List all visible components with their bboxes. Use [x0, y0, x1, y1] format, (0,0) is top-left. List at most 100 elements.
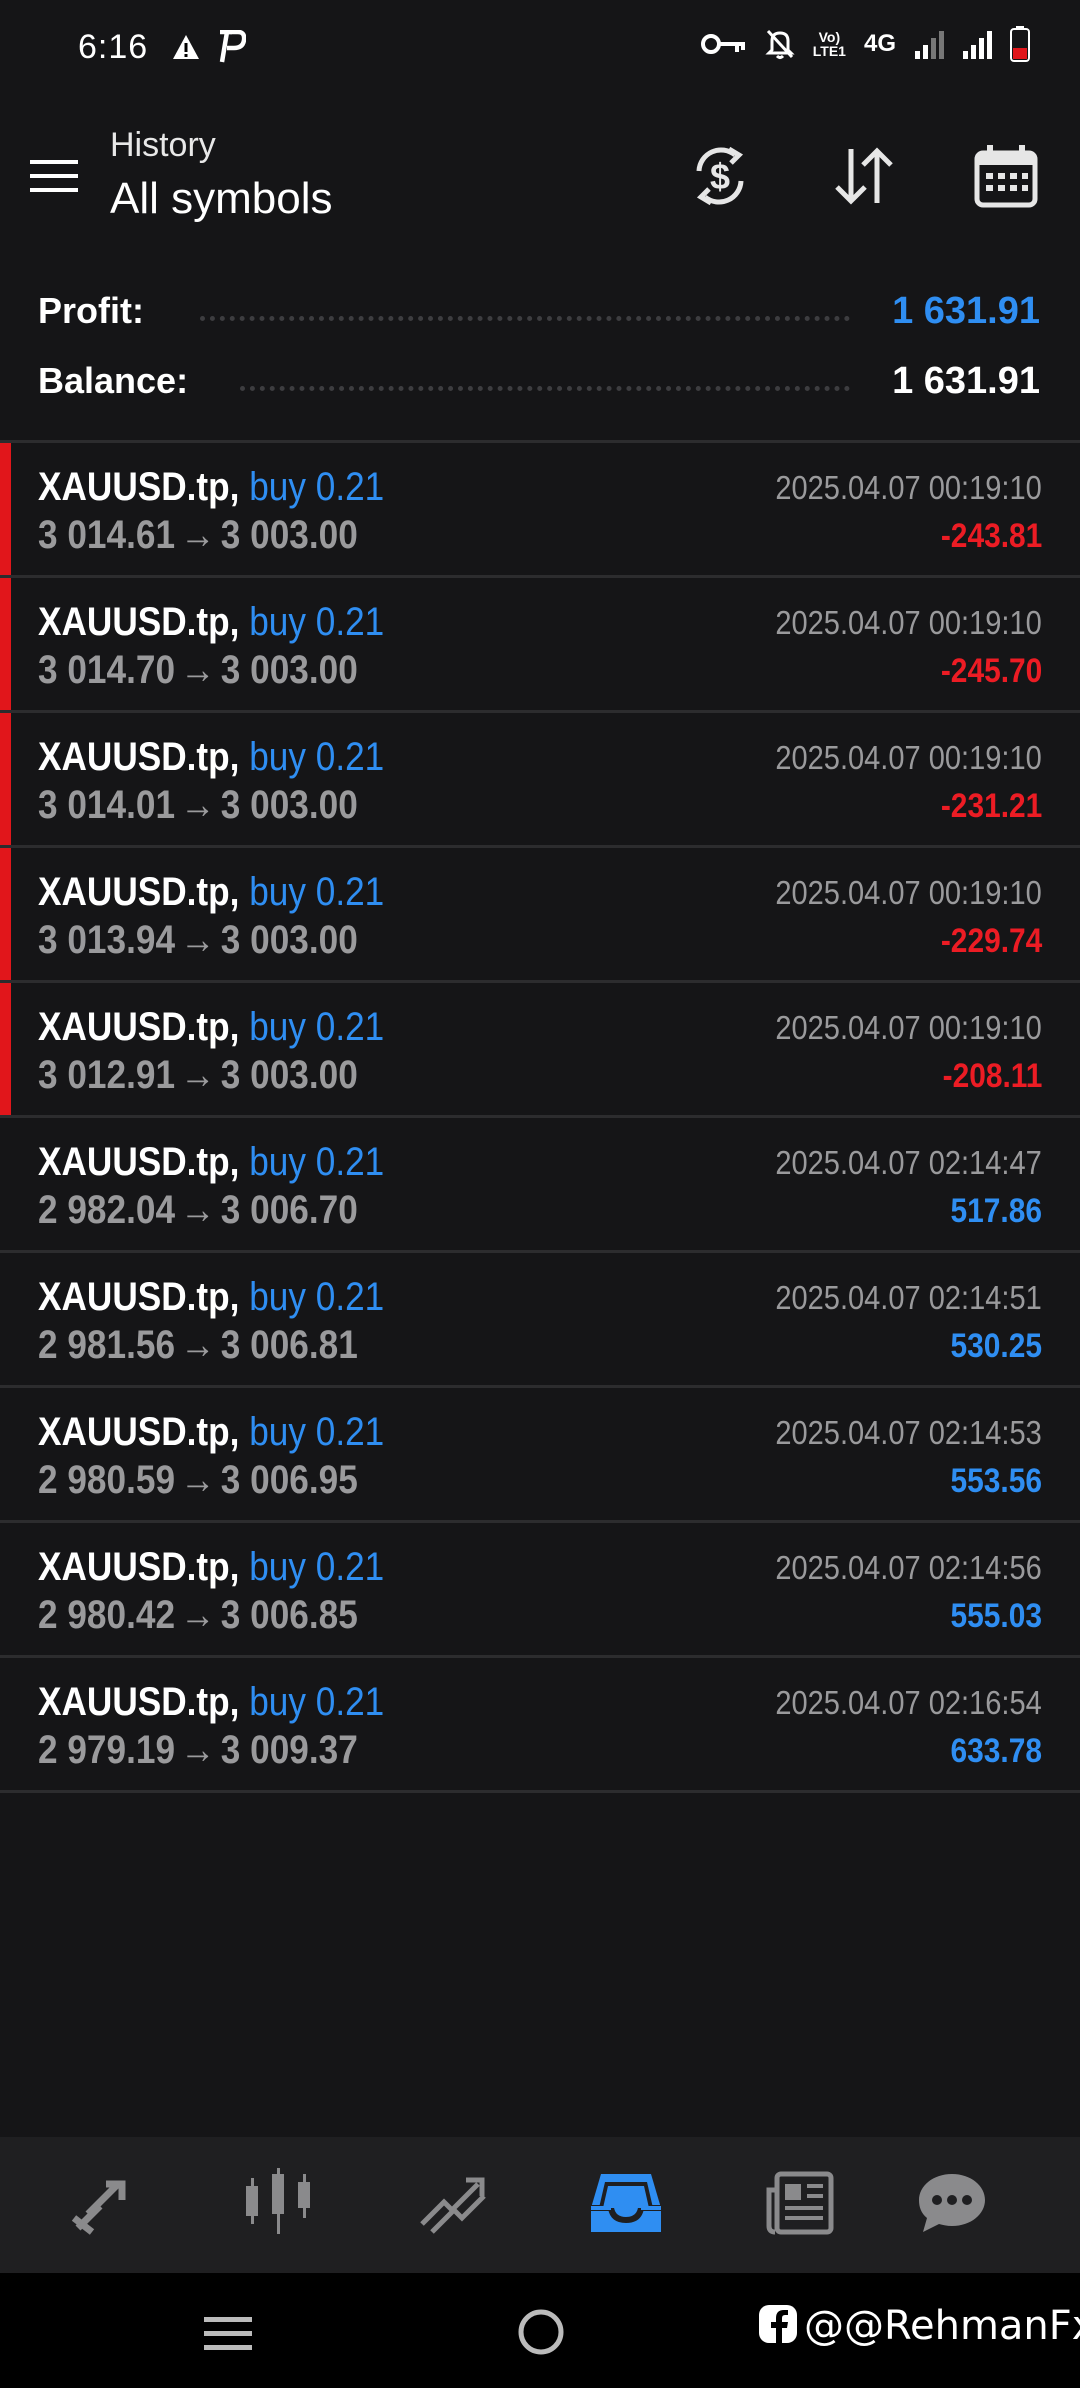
trade-row[interactable]: XAUUSD.tp, buy 0.21 3 014.61 → 3 003.00 20… — [0, 443, 1080, 578]
nav-chat[interactable] — [910, 2165, 994, 2245]
close-price: 3 003.00 — [220, 783, 358, 827]
close-price: 3 006.70 — [220, 1188, 358, 1232]
trade-profit: 555.03 — [950, 1597, 1042, 1635]
close-price: 3 003.00 — [220, 1053, 358, 1097]
calendar-button[interactable] — [968, 140, 1044, 216]
trade-symbol: XAUUSD.tp — [38, 870, 230, 914]
trade-symbol: XAUUSD.tp — [38, 600, 230, 644]
loss-marker — [0, 443, 11, 575]
p-app-icon — [218, 30, 246, 64]
dotted-leader — [200, 316, 850, 321]
profit-row: Profit: 1 631.91 — [0, 282, 1080, 342]
facebook-icon — [758, 2304, 798, 2349]
news-icon — [765, 2170, 835, 2241]
nav-news[interactable] — [758, 2165, 842, 2245]
status-bar: 6:16 Vo) LTE1 4G — [0, 0, 1080, 100]
trade-symbol: XAUUSD.tp — [38, 1680, 230, 1724]
close-price: 3 003.00 — [220, 648, 358, 692]
open-price: 3 014.01 — [38, 783, 176, 827]
mute-bell-icon — [765, 28, 795, 60]
nav-history[interactable] — [584, 2165, 668, 2245]
trade-list: XAUUSD.tp, buy 0.21 3 014.61 → 3 003.00 20… — [0, 443, 1080, 1793]
nav-chart[interactable] — [238, 2165, 322, 2245]
trade-time: 2025.04.07 02:14:51 — [775, 1279, 1042, 1316]
open-price: 2 982.04 — [38, 1188, 176, 1232]
nav-trade[interactable] — [410, 2165, 494, 2245]
trade-time: 2025.04.07 00:19:10 — [775, 469, 1042, 506]
trade-row[interactable]: XAUUSD.tp, buy 0.21 3 012.91 → 3 003.00 20… — [0, 983, 1080, 1118]
open-price: 2 980.42 — [38, 1593, 176, 1637]
open-price: 3 013.94 — [38, 918, 176, 962]
trade-row[interactable]: XAUUSD.tp, buy 0.21 3 013.94 → 3 003.00 20… — [0, 848, 1080, 983]
arrow-right-icon: → — [180, 513, 216, 557]
warning-icon — [172, 34, 200, 60]
sort-button[interactable] — [826, 140, 902, 216]
home-button[interactable] — [516, 2307, 566, 2362]
header-subtitle: History — [110, 126, 216, 164]
trade-type: buy 0.21 — [249, 735, 385, 779]
trade-type: buy 0.21 — [249, 1275, 385, 1319]
bottom-navigation — [0, 2137, 1080, 2273]
status-left-icons — [172, 30, 246, 64]
trade-time: 2025.04.07 02:14:53 — [775, 1414, 1042, 1451]
trade-row[interactable]: XAUUSD.tp, buy 0.21 2 982.04 → 3 006.70 20… — [0, 1118, 1080, 1253]
nav-quotes[interactable] — [64, 2165, 148, 2245]
quotes-icon — [70, 2170, 142, 2241]
dotted-leader — [240, 386, 850, 391]
watermark: @@RehmanFx — [758, 2303, 1080, 2349]
trade-row[interactable]: XAUUSD.tp, buy 0.21 2 980.59 → 3 006.95 20… — [0, 1388, 1080, 1523]
trade-type: buy 0.21 — [249, 1005, 385, 1049]
chat-icon — [915, 2170, 989, 2241]
trade-profit: 553.56 — [950, 1462, 1042, 1500]
close-price: 3 006.85 — [220, 1593, 358, 1637]
signal-icon — [962, 29, 992, 59]
hamburger-menu-icon[interactable] — [28, 156, 80, 196]
trade-symbol: XAUUSD.tp — [38, 1545, 230, 1589]
trade-time: 2025.04.07 02:14:47 — [775, 1144, 1042, 1181]
loss-marker — [0, 713, 11, 845]
arrow-right-icon: → — [180, 1323, 216, 1367]
trade-time: 2025.04.07 00:19:10 — [775, 739, 1042, 776]
arrow-right-icon: → — [180, 783, 216, 827]
trade-row[interactable]: XAUUSD.tp, buy 0.21 2 981.56 → 3 006.81 20… — [0, 1253, 1080, 1388]
open-price: 3 012.91 — [38, 1053, 176, 1097]
header-title[interactable]: All symbols — [110, 174, 333, 224]
arrow-right-icon: → — [180, 1188, 216, 1232]
app-header: History All symbols $ — [0, 110, 1080, 260]
chart-icon — [240, 2167, 320, 2243]
balance-label: Balance: — [38, 360, 203, 402]
trade-row[interactable]: XAUUSD.tp, buy 0.21 2 980.42 → 3 006.85 20… — [0, 1523, 1080, 1658]
watermark-text: @@RehmanFx — [804, 2303, 1080, 2349]
arrow-right-icon: → — [180, 1458, 216, 1502]
trade-time: 2025.04.07 00:19:10 — [775, 604, 1042, 641]
trade-time: 2025.04.07 02:16:54 — [775, 1684, 1042, 1721]
trade-type: buy 0.21 — [249, 1545, 385, 1589]
calendar-icon — [973, 143, 1039, 214]
status-time: 6:16 — [78, 28, 149, 66]
loss-marker — [0, 578, 11, 710]
trade-time: 2025.04.07 00:19:10 — [775, 1009, 1042, 1046]
recent-apps-button[interactable] — [202, 2313, 254, 2358]
trade-profit: 530.25 — [950, 1327, 1042, 1365]
trade-time: 2025.04.07 02:14:56 — [775, 1549, 1042, 1586]
trade-symbol: XAUUSD.tp — [38, 735, 230, 779]
volte-icon: Vo) LTE1 — [812, 29, 846, 59]
profit-value: 1 631.91 — [878, 290, 1040, 333]
trade-symbol: XAUUSD.tp — [38, 1410, 230, 1454]
balance-value: 1 631.91 — [878, 360, 1040, 403]
currency-exchange-button[interactable]: $ — [682, 140, 758, 216]
trade-type: buy 0.21 — [249, 1140, 385, 1184]
trade-symbol: XAUUSD.tp — [38, 1140, 230, 1184]
trade-row[interactable]: XAUUSD.tp, buy 0.21 3 014.70 → 3 003.00 20… — [0, 578, 1080, 713]
loss-marker — [0, 848, 11, 980]
close-price: 3 003.00 — [220, 918, 358, 962]
sort-icon — [831, 143, 897, 214]
trade-row[interactable]: XAUUSD.tp, buy 0.21 2 979.19 → 3 009.37 20… — [0, 1658, 1080, 1793]
trade-type: buy 0.21 — [249, 870, 385, 914]
trade-type: buy 0.21 — [249, 1680, 385, 1724]
trade-profit: -243.81 — [940, 517, 1042, 555]
status-right-icons: Vo) LTE1 4G — [700, 26, 1030, 62]
svg-text:$: $ — [710, 156, 730, 197]
trade-type: buy 0.21 — [249, 1410, 385, 1454]
trade-row[interactable]: XAUUSD.tp, buy 0.21 3 014.01 → 3 003.00 20… — [0, 713, 1080, 848]
